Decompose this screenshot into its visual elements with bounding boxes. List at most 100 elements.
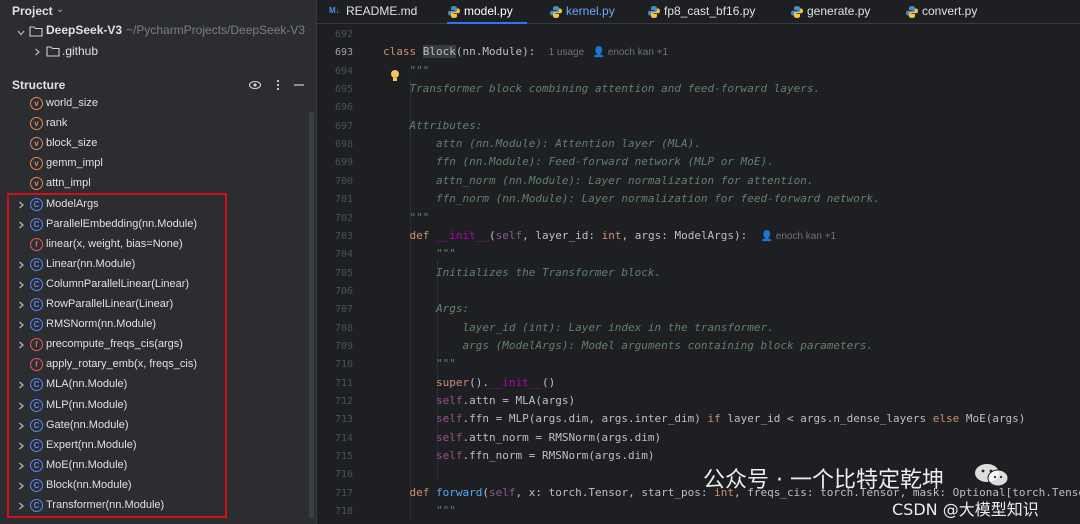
structure-item-label: RowParallelLinear(Linear) — [46, 298, 174, 310]
repo-name: DeepSeek-V3 — [46, 23, 123, 37]
tab-kernel-py[interactable]: kernel.py — [549, 0, 636, 24]
code-line[interactable]: Transformer block combining attention an… — [383, 82, 821, 100]
line-number: 706 — [334, 285, 353, 297]
tab-convert-py[interactable]: convert.py — [905, 0, 999, 24]
structure-item-label: Linear(nn.Module) — [46, 257, 136, 270]
code-line[interactable]: self.attn = MLA(args) — [383, 394, 575, 412]
structure-item[interactable]: C ParallelEmbedding(nn.Module) — [0, 215, 300, 235]
class-icon: C — [30, 298, 43, 311]
code-line[interactable]: ffn (nn.Module): Feed-forward network (M… — [383, 155, 774, 173]
project-title[interactable]: Project — [12, 4, 53, 18]
class-icon: C — [30, 257, 43, 271]
structure-item[interactable]: C Block(nn.Module) — [0, 476, 300, 496]
structure-item[interactable]: C Transformer(nn.Module) — [0, 496, 300, 516]
chevron-right-icon[interactable] — [16, 220, 26, 230]
chevron-right-icon[interactable] — [32, 47, 42, 57]
structure-item[interactable]: v world_size — [0, 94, 300, 114]
chevron-right-icon[interactable] — [16, 461, 26, 471]
code-line[interactable]: self.ffn_norm = RMSNorm(args.dim) — [383, 449, 655, 467]
structure-item[interactable]: C ModelArgs — [0, 195, 300, 215]
code-line[interactable]: """ — [383, 504, 456, 522]
chevron-right-icon[interactable] — [16, 421, 26, 431]
structure-item[interactable]: v attn_impl — [0, 174, 300, 194]
chevron-right-icon[interactable] — [16, 340, 26, 350]
line-number: 710 — [334, 359, 353, 371]
structure-item[interactable]: C RowParallelLinear(Linear) — [0, 295, 300, 315]
code-line[interactable]: Initializes the Transformer block. — [383, 266, 661, 284]
structure-item-label: apply_rotary_emb(x, freqs_cis) — [46, 358, 198, 371]
eye-icon[interactable] — [248, 78, 262, 92]
chevron-right-icon[interactable] — [16, 260, 26, 270]
line-number: 713 — [334, 414, 353, 426]
structure-item-label: MLP(nn.Module) — [46, 398, 128, 411]
chevron-down-icon[interactable]: ⌄ — [56, 4, 64, 15]
line-number: 703 — [334, 230, 353, 242]
code-line[interactable]: attn_norm (nn.Module): Layer normalizati… — [383, 174, 814, 192]
line-number: 697 — [334, 120, 353, 132]
structure-item-label: ColumnParallelLinear(Linear) — [46, 277, 190, 290]
code-area[interactable]: class Block(nn.Module): 1 usage ⁠👤 enoch… — [383, 24, 1080, 524]
structure-item[interactable]: C MoE(nn.Module) — [0, 456, 300, 476]
structure-item[interactable]: f linear(x, weight, bias=None) — [0, 235, 300, 255]
structure-item[interactable]: C Linear(nn.Module) — [0, 255, 300, 275]
folder-icon — [46, 45, 60, 57]
project-header[interactable]: Project ⌄ — [0, 0, 316, 22]
structure-item[interactable]: v rank — [0, 114, 300, 134]
structure-item[interactable]: C MLA(nn.Module) — [0, 375, 300, 395]
class-icon: C — [30, 277, 43, 291]
code-line[interactable]: class Block(nn.Module): 1 usage ⁠👤 enoch… — [383, 45, 668, 63]
code-line[interactable]: args (ModelArgs): Model arguments contai… — [383, 339, 873, 357]
code-line[interactable]: Args: — [383, 302, 469, 320]
structure-item[interactable]: f apply_rotary_emb(x, freqs_cis) — [0, 355, 300, 375]
structure-item[interactable]: v gemm_impl — [0, 154, 300, 174]
structure-item[interactable]: C RMSNorm(nn.Module) — [0, 315, 300, 335]
chevron-right-icon[interactable] — [16, 441, 26, 451]
line-number: 693 — [334, 47, 353, 59]
code-line[interactable]: """ — [383, 211, 430, 229]
class-icon: C — [30, 398, 43, 412]
tab-README-md[interactable]: M↓ README.md — [329, 0, 417, 24]
structure-item[interactable]: C Gate(nn.Module) — [0, 416, 300, 436]
code-line[interactable]: layer_id (int): Layer index in the trans… — [383, 321, 773, 339]
chevron-right-icon[interactable] — [16, 501, 26, 511]
code-line[interactable]: """ — [383, 357, 456, 375]
structure-item[interactable]: C MLP(nn.Module) — [0, 396, 300, 416]
tab-model-py[interactable]: model.py — [447, 0, 527, 24]
code-line[interactable]: super().__init__() — [383, 376, 555, 394]
tab-label: fp8_cast_bf16.py — [664, 4, 756, 18]
code-line[interactable]: """ — [383, 64, 430, 82]
structure-item-label: Expert(nn.Module) — [46, 438, 137, 451]
code-line[interactable]: ffn_norm (nn.Module): Layer normalizatio… — [383, 192, 880, 210]
structure-item[interactable]: f precompute_freqs_cis(args) — [0, 335, 300, 355]
tree-row-repo[interactable]: DeepSeek-V3 ~/PycharmProjects/DeepSeek-V… — [0, 22, 316, 42]
code-line[interactable]: """ — [383, 247, 456, 265]
structure-item-label: RMSNorm(nn.Module) — [46, 318, 157, 331]
code-line[interactable]: self.ffn = MLP(args.dim, args.inter_dim)… — [383, 412, 1025, 430]
structure-item-label: Gate(nn.Module) — [46, 418, 129, 431]
class-icon: C — [30, 318, 43, 332]
tree-row-github[interactable]: .github — [0, 42, 316, 62]
minimize-icon[interactable] — [292, 78, 306, 92]
chevron-right-icon[interactable] — [16, 280, 26, 290]
tab-generate-py[interactable]: generate.py — [790, 0, 891, 24]
chevron-right-icon[interactable] — [16, 300, 26, 310]
code-line[interactable]: Attributes: — [383, 119, 483, 137]
code-line[interactable]: attn (nn.Module): Attention layer (MLA). — [383, 137, 701, 155]
chevron-right-icon[interactable] — [16, 200, 26, 210]
wechat-logo-icon — [975, 464, 1009, 487]
structure-item[interactable]: v block_size — [0, 134, 300, 154]
code-line[interactable]: def __init__(self, layer_id: int, args: … — [383, 229, 837, 247]
chevron-right-icon[interactable] — [16, 380, 26, 390]
chevron-down-icon[interactable] — [16, 28, 26, 38]
line-number: 716 — [334, 469, 353, 481]
chevron-right-icon[interactable] — [16, 481, 26, 491]
more-options-icon[interactable] — [271, 78, 285, 92]
chevron-right-icon[interactable] — [16, 320, 26, 330]
tab-fp8_cast_bf16-py[interactable]: fp8_cast_bf16.py — [647, 0, 783, 24]
code-line[interactable]: self.attn_norm = RMSNorm(args.dim) — [383, 431, 661, 449]
line-number: 707 — [334, 304, 353, 316]
structure-item[interactable]: C ColumnParallelLinear(Linear) — [0, 275, 300, 295]
editor-tabs: M↓ README.md model.py kernel.py fp8_cast_bf1… — [317, 0, 1080, 24]
chevron-right-icon[interactable] — [16, 401, 26, 411]
structure-item[interactable]: C Expert(nn.Module) — [0, 436, 300, 456]
